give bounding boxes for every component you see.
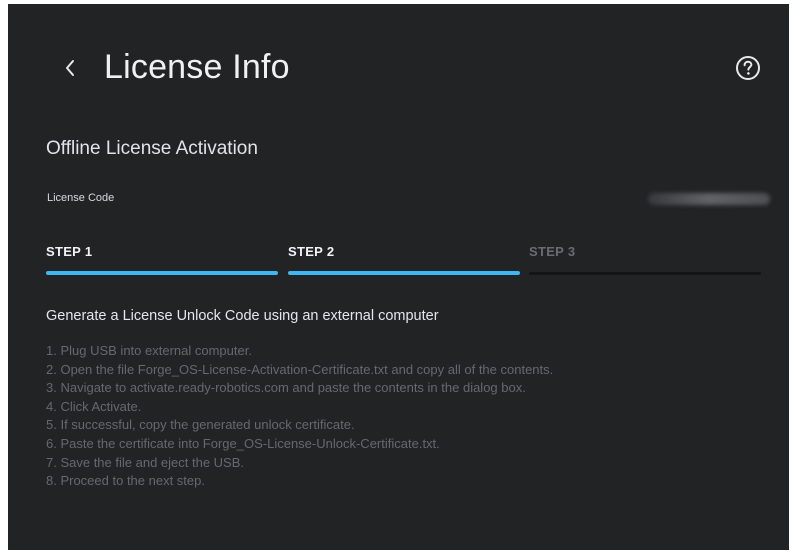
list-item: 6. Paste the certificate into Forge_OS-L… [46,435,440,451]
step-tab-1[interactable]: STEP 1 [46,240,278,280]
instructions-list: 1. Plug USB into external computer. 2. O… [46,342,553,491]
step-label: STEP 3 [529,244,576,259]
step-tab-2[interactable]: STEP 2 [288,240,520,280]
section-title: Offline License Activation [46,138,258,159]
step-label: STEP 2 [288,244,335,259]
back-button[interactable] [58,50,82,86]
license-code-label: License Code [47,192,115,204]
help-button[interactable] [734,54,762,82]
list-item: 3. Navigate to activate.ready-robotics.c… [46,380,526,396]
license-code-value [648,193,770,205]
page-title: License Info [104,48,290,86]
question-circle-icon [736,56,760,80]
list-item: 5. If successful, copy the generated unl… [46,417,355,433]
chevron-left-icon [66,60,74,76]
list-item: 1. Plug USB into external computer. [46,343,252,358]
list-item: 7. Save the file and eject the USB. [46,454,245,470]
step-progress-bar [288,271,520,275]
step-label: STEP 1 [46,244,93,259]
header: License Info [8,4,789,124]
list-item: 4. Click Activate. [46,398,142,414]
license-info-screen: License Info Offline License Activation … [8,4,789,550]
step-tab-3[interactable]: STEP 3 [529,240,761,280]
step-progress-bar [46,271,278,275]
instructions-heading: Generate a License Unlock Code using an … [46,308,439,324]
list-item: 8. Proceed to the next step. [46,473,205,489]
list-item: 2. Open the file Forge_OS-License-Activa… [46,361,554,377]
step-progress-bar [529,272,761,275]
